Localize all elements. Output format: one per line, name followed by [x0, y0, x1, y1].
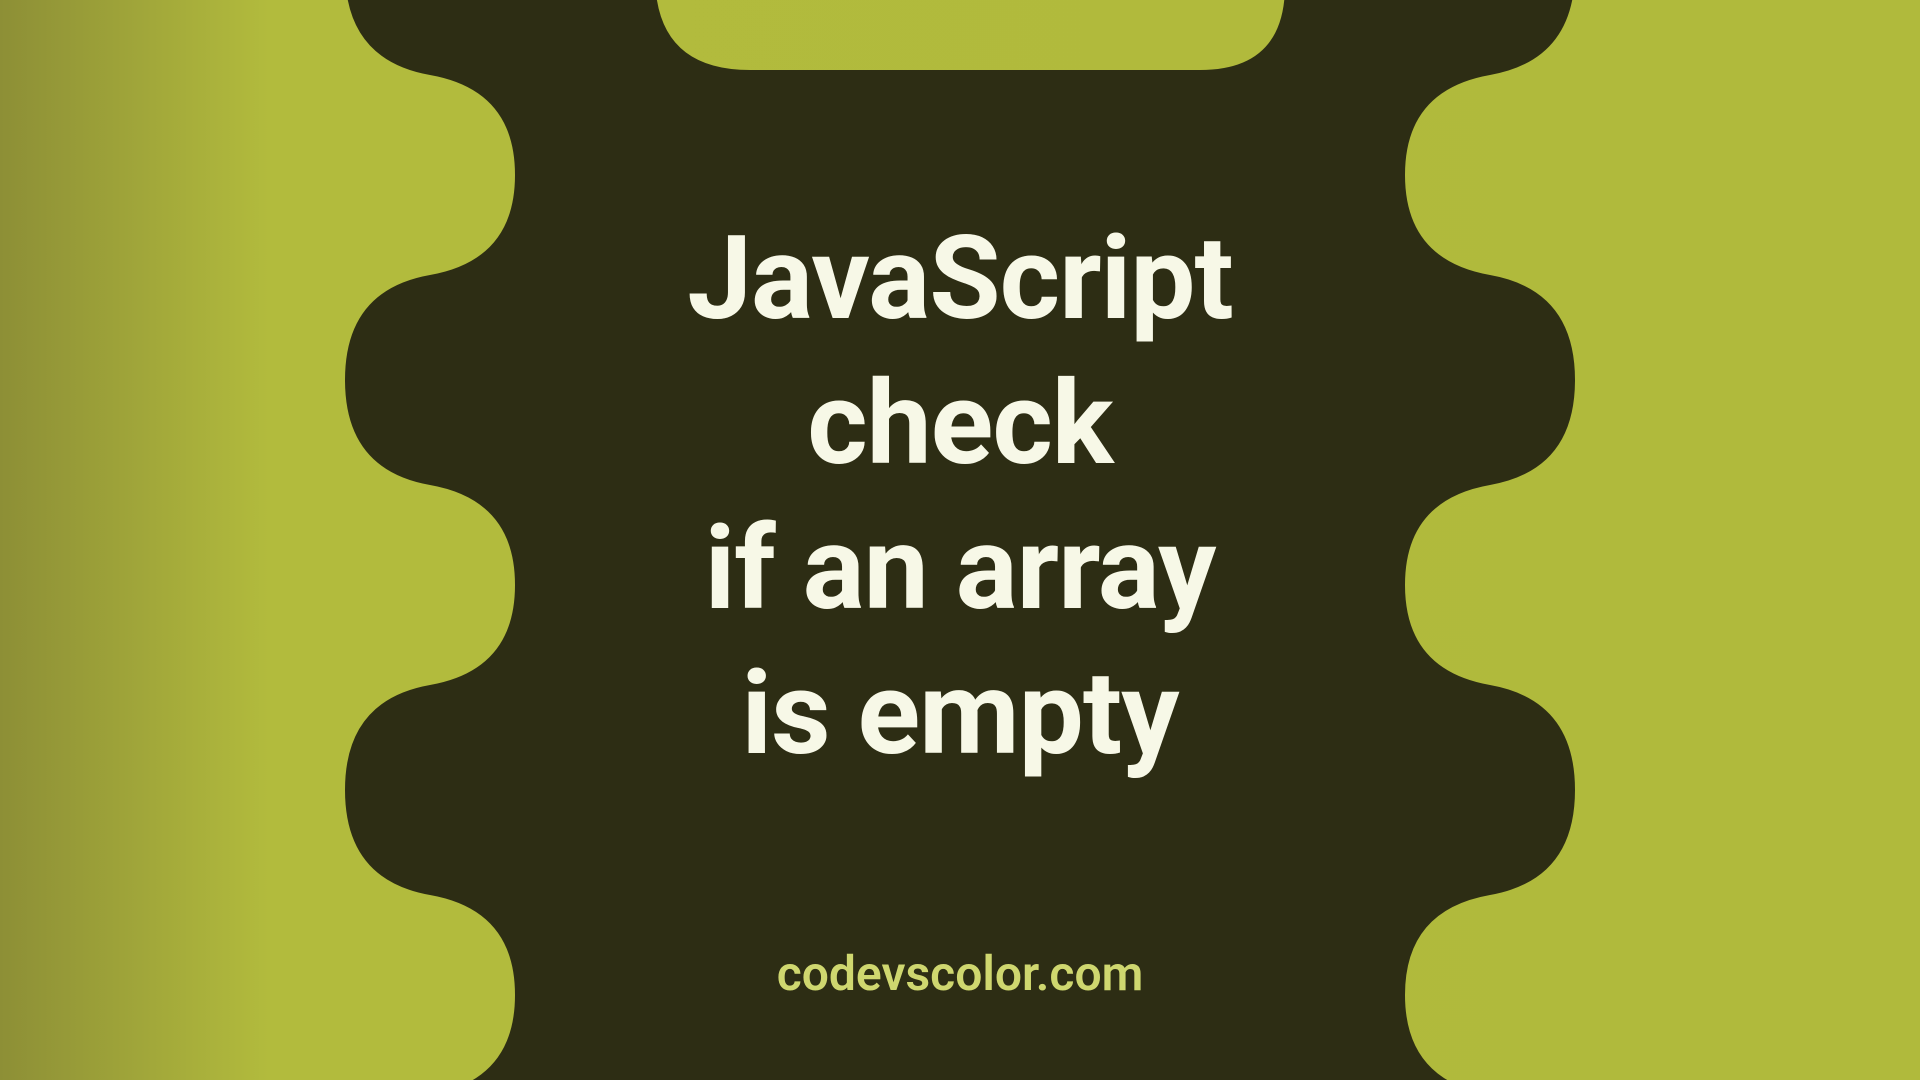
hero-card: JavaScript check if an array is empty co…	[0, 0, 1920, 1080]
brand-label: codevscolor.com	[777, 945, 1144, 1002]
hero-title: JavaScript check if an array is empty	[687, 207, 1233, 787]
